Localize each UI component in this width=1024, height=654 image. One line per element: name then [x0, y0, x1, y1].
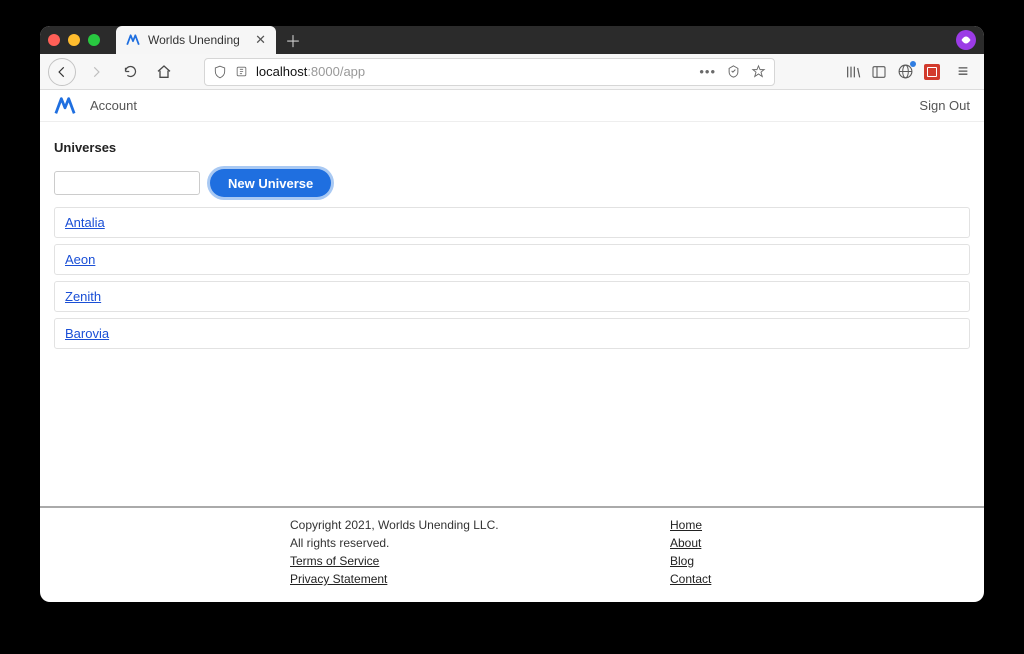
- url-text: localhost:8000/app: [256, 64, 691, 79]
- app-header: Account Sign Out: [40, 90, 984, 122]
- extension-square-icon[interactable]: [924, 64, 940, 80]
- window-maximize-button[interactable]: [88, 34, 100, 46]
- home-button[interactable]: [150, 58, 178, 86]
- browser-toolbar: localhost:8000/app •••: [40, 54, 984, 90]
- back-button[interactable]: [48, 58, 76, 86]
- forward-button[interactable]: [82, 58, 110, 86]
- tab-close-button[interactable]: ✕: [255, 32, 266, 48]
- library-icon[interactable]: [845, 64, 861, 80]
- universe-list-item: Antalia: [54, 207, 970, 238]
- tab-strip: Worlds Unending ✕ ＋: [40, 26, 984, 54]
- extension-icon[interactable]: [897, 63, 914, 80]
- page-info-icon[interactable]: [235, 65, 248, 78]
- window-close-button[interactable]: [48, 34, 60, 46]
- reload-button[interactable]: [116, 58, 144, 86]
- window-controls: [48, 34, 100, 46]
- browser-window: Worlds Unending ✕ ＋ localhost:80: [40, 26, 984, 602]
- universe-list-item: Zenith: [54, 281, 970, 312]
- footer-rights: All rights reserved.: [290, 536, 670, 550]
- sidebar-toggle-icon[interactable]: [871, 64, 887, 80]
- universe-list-item: Aeon: [54, 244, 970, 275]
- tab-title: Worlds Unending: [148, 33, 240, 47]
- tracking-shield-icon[interactable]: [213, 65, 227, 79]
- address-bar[interactable]: localhost:8000/app •••: [204, 58, 775, 86]
- footer: Copyright 2021, Worlds Unending LLC. All…: [40, 506, 984, 602]
- create-universe-row: New Universe: [54, 169, 970, 197]
- universe-link[interactable]: Aeon: [65, 252, 95, 267]
- browser-tab[interactable]: Worlds Unending ✕: [116, 26, 276, 54]
- footer-privacy-link[interactable]: Privacy Statement: [290, 572, 670, 586]
- footer-tos-link[interactable]: Terms of Service: [290, 554, 670, 568]
- main-content: Universes New Universe Antalia Aeon Zeni…: [40, 122, 984, 506]
- new-tab-button[interactable]: ＋: [280, 27, 306, 53]
- universe-link[interactable]: Barovia: [65, 326, 109, 341]
- footer-copyright: Copyright 2021, Worlds Unending LLC.: [290, 518, 670, 532]
- tab-favicon: [126, 33, 140, 47]
- universe-link[interactable]: Zenith: [65, 289, 101, 304]
- universe-list: Antalia Aeon Zenith Barovia: [54, 207, 970, 349]
- hamburger-menu-button[interactable]: ≡: [950, 61, 976, 82]
- reader-mode-icon[interactable]: [726, 64, 741, 79]
- toolbar-right: ≡: [845, 61, 976, 82]
- bookmark-star-icon[interactable]: [751, 64, 766, 79]
- footer-blog-link[interactable]: Blog: [670, 554, 711, 568]
- footer-home-link[interactable]: Home: [670, 518, 711, 532]
- universe-link[interactable]: Antalia: [65, 215, 105, 230]
- footer-about-link[interactable]: About: [670, 536, 711, 550]
- universe-list-item: Barovia: [54, 318, 970, 349]
- footer-contact-link[interactable]: Contact: [670, 572, 711, 586]
- extension-badge[interactable]: [956, 30, 976, 50]
- page-actions-icon[interactable]: •••: [699, 64, 716, 79]
- window-minimize-button[interactable]: [68, 34, 80, 46]
- new-universe-button[interactable]: New Universe: [210, 169, 331, 197]
- universe-name-input[interactable]: [54, 171, 200, 195]
- nav-signout-link[interactable]: Sign Out: [919, 98, 970, 113]
- universes-heading: Universes: [54, 140, 970, 155]
- nav-account-link[interactable]: Account: [90, 98, 137, 113]
- app-logo[interactable]: [54, 95, 76, 117]
